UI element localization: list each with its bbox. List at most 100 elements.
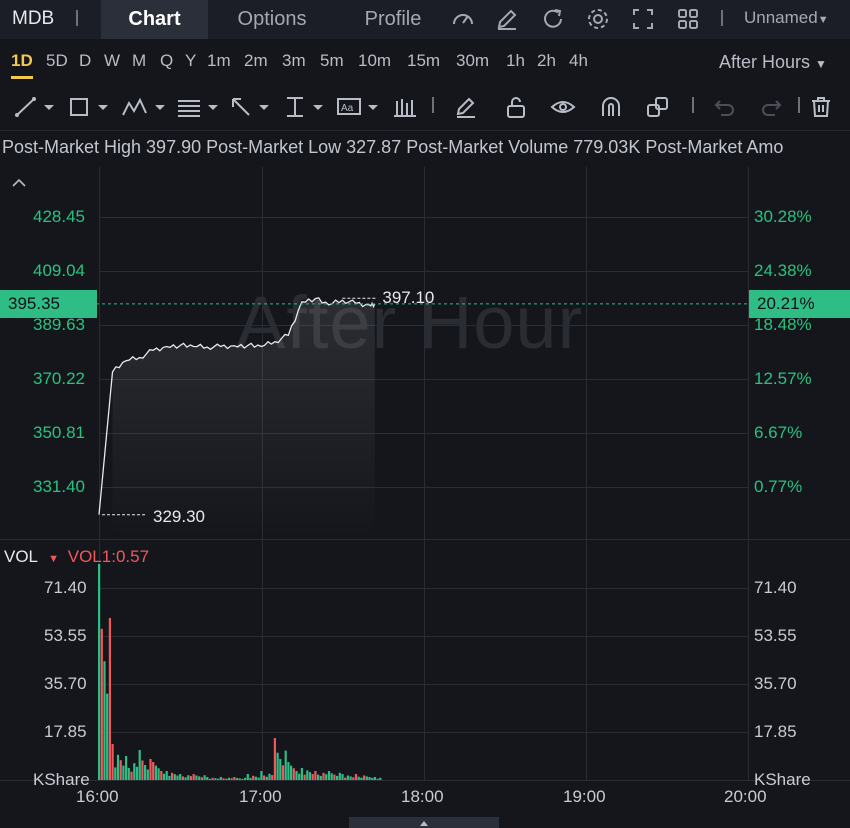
bars-tool-icon[interactable]: [392, 95, 418, 119]
text-tool-icon[interactable]: Aa: [336, 95, 380, 119]
interval-1d[interactable]: 1D: [11, 51, 33, 79]
divider: [721, 10, 723, 26]
caret-down-icon: ▼: [815, 57, 827, 71]
chart-area[interactable]: After Hour 428.45 409.04 389.63 370.22 3…: [0, 167, 850, 828]
volume-bar: [308, 772, 312, 780]
arrow-tool-icon[interactable]: [229, 95, 271, 119]
magnet-icon[interactable]: [598, 95, 624, 119]
volume-bar: [252, 775, 255, 780]
low-label: 329.30: [153, 506, 205, 526]
interval-2m[interactable]: 2m: [244, 51, 268, 71]
pattern-tool-icon[interactable]: [121, 95, 167, 119]
volume-bar: [371, 777, 374, 780]
eye-icon[interactable]: [550, 95, 576, 119]
panel-handle[interactable]: [349, 817, 499, 828]
volume-bar: [189, 776, 193, 780]
volume-bar: [222, 778, 225, 780]
volume-bar: [144, 765, 147, 780]
volume-bar: [214, 778, 217, 780]
volume-bar: [295, 771, 298, 780]
layout-grid-icon[interactable]: [675, 6, 701, 32]
volume-bar: [200, 777, 203, 780]
volume-bar: [281, 765, 285, 780]
volume-bar: [179, 774, 182, 780]
volume-bar: [338, 772, 341, 780]
interval-1m[interactable]: 1m: [207, 51, 231, 71]
interval-q[interactable]: Q: [160, 51, 173, 71]
volume-bar: [360, 777, 363, 780]
clone-icon[interactable]: [645, 95, 671, 119]
layout-name-dropdown[interactable]: Unnamed▼: [744, 8, 829, 28]
volume-bar: [276, 752, 279, 780]
tab-options[interactable]: Options: [214, 0, 330, 39]
redo-icon[interactable]: [758, 95, 784, 119]
volume-bar: [227, 777, 230, 780]
volume-bar: [187, 775, 190, 780]
volume-bar: [257, 777, 260, 780]
interval-m[interactable]: M: [132, 51, 146, 71]
time-tick: 16:00: [76, 787, 119, 806]
volume-bar: [271, 775, 274, 780]
interval-4h[interactable]: 4h: [569, 51, 588, 71]
time-tick: 20:00: [724, 787, 767, 806]
volume-bar: [292, 768, 295, 780]
volume-bar: [133, 763, 136, 780]
volume-bar: [206, 777, 209, 780]
interval-30m[interactable]: 30m: [456, 51, 489, 71]
volume-bar: [122, 765, 125, 780]
volume-bar: [314, 771, 317, 780]
edit-icon[interactable]: [453, 95, 479, 119]
interval-15m[interactable]: 15m: [407, 51, 440, 71]
settings-icon[interactable]: [585, 6, 611, 32]
volume-bar: [322, 772, 325, 780]
line-tool-icon[interactable]: [14, 95, 56, 119]
interval-5d[interactable]: 5D: [46, 51, 68, 71]
volume-bar: [365, 776, 368, 780]
volume-bar: [217, 778, 220, 780]
tab-profile[interactable]: Profile: [344, 0, 442, 39]
interval-2h[interactable]: 2h: [537, 51, 556, 71]
interval-y[interactable]: Y: [185, 51, 196, 71]
fullscreen-icon[interactable]: [630, 6, 656, 32]
volume-bar: [279, 759, 282, 780]
volume-bar: [376, 778, 379, 780]
volume-bar: [303, 774, 306, 780]
volume-bar: [336, 775, 339, 780]
time-tick: 17:00: [239, 787, 282, 806]
volume-bar: [290, 765, 293, 780]
interval-1h[interactable]: 1h: [506, 51, 525, 71]
tab-chart[interactable]: Chart: [101, 0, 208, 39]
volume-bar: [235, 777, 239, 780]
time-tick: 19:00: [563, 787, 606, 806]
refresh-icon[interactable]: [540, 6, 566, 32]
fib-tool-icon[interactable]: [176, 95, 220, 119]
undo-icon[interactable]: [712, 95, 738, 119]
volume-bar: [135, 766, 139, 780]
interval-w[interactable]: W: [104, 51, 120, 71]
volume-bar: [325, 774, 328, 780]
volume-bar: [152, 762, 155, 780]
volume-bar: [100, 628, 103, 780]
rectangle-tool-icon[interactable]: [68, 95, 110, 119]
volume-bar: [119, 760, 122, 780]
volume-bar: [168, 775, 171, 780]
volume-bar: [246, 774, 249, 780]
interval-10m[interactable]: 10m: [358, 51, 391, 71]
divider: [432, 97, 434, 113]
trash-icon[interactable]: [808, 95, 834, 119]
lock-icon[interactable]: [503, 95, 529, 119]
volume-bar: [98, 564, 101, 780]
symbol-label[interactable]: MDB: [12, 8, 54, 30]
interval-5m[interactable]: 5m: [320, 51, 344, 71]
session-dropdown[interactable]: After Hours ▼: [719, 52, 827, 73]
volume-bar: [287, 762, 290, 780]
pencil-icon[interactable]: [494, 6, 520, 32]
volume-bar: [114, 767, 117, 780]
interval-3m[interactable]: 3m: [282, 51, 306, 71]
measure-tool-icon[interactable]: [283, 95, 325, 119]
indicator-icon[interactable]: [450, 6, 476, 32]
price-area: [112, 297, 375, 539]
interval-d[interactable]: D: [79, 51, 91, 71]
current-pct-tag: 20.21%: [749, 289, 850, 318]
volume-bar: [154, 765, 157, 780]
